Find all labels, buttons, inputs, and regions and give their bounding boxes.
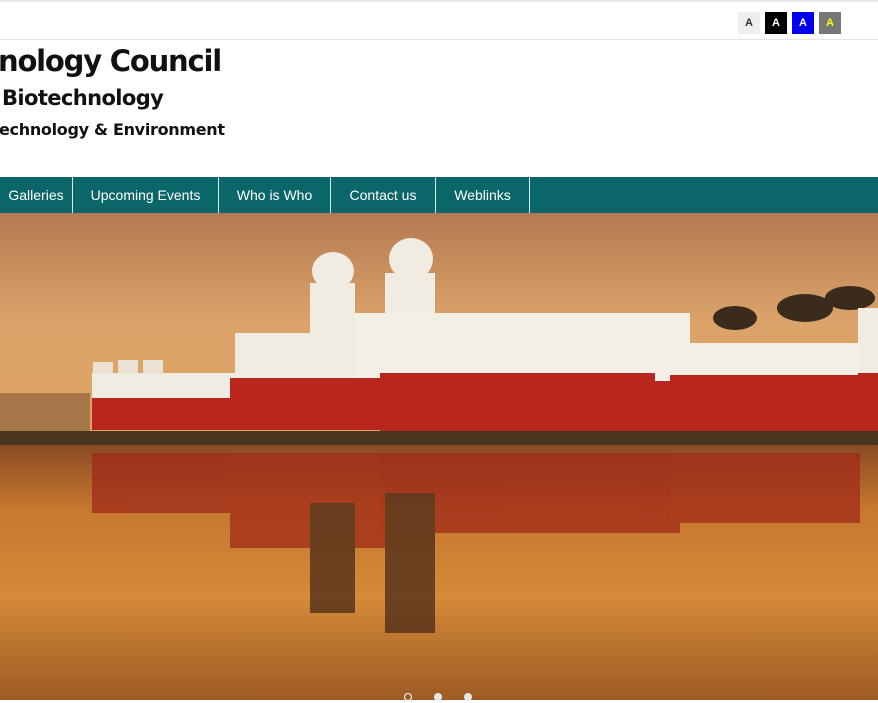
hero-carousel-slide[interactable] xyxy=(0,213,878,700)
nav-item-weblinks[interactable]: Weblinks xyxy=(436,177,530,213)
nav-item-galleries[interactable]: Galleries xyxy=(0,177,73,213)
nav-item-contact-us[interactable]: Contact us xyxy=(331,177,436,213)
accessibility-bar: A A A A xyxy=(0,0,878,40)
site-title: nology Council xyxy=(0,44,222,78)
nav-item-who-is-who[interactable]: Who is Who xyxy=(219,177,331,213)
accessibility-default-contrast-button[interactable]: A xyxy=(738,12,760,34)
site-tagline: echnology & Environment xyxy=(0,120,225,139)
site-subtitle: Biotechnology xyxy=(2,86,164,110)
accessibility-yellow-contrast-button[interactable]: A xyxy=(819,12,841,34)
main-navigation: Galleries Upcoming Events Who is Who Con… xyxy=(0,177,878,213)
nav-item-upcoming-events[interactable]: Upcoming Events xyxy=(73,177,219,213)
palace-lake-sunset-image xyxy=(0,213,878,700)
carousel-indicators xyxy=(0,693,878,703)
accessibility-blue-contrast-button[interactable]: A xyxy=(792,12,814,34)
accessibility-black-contrast-button[interactable]: A xyxy=(765,12,787,34)
